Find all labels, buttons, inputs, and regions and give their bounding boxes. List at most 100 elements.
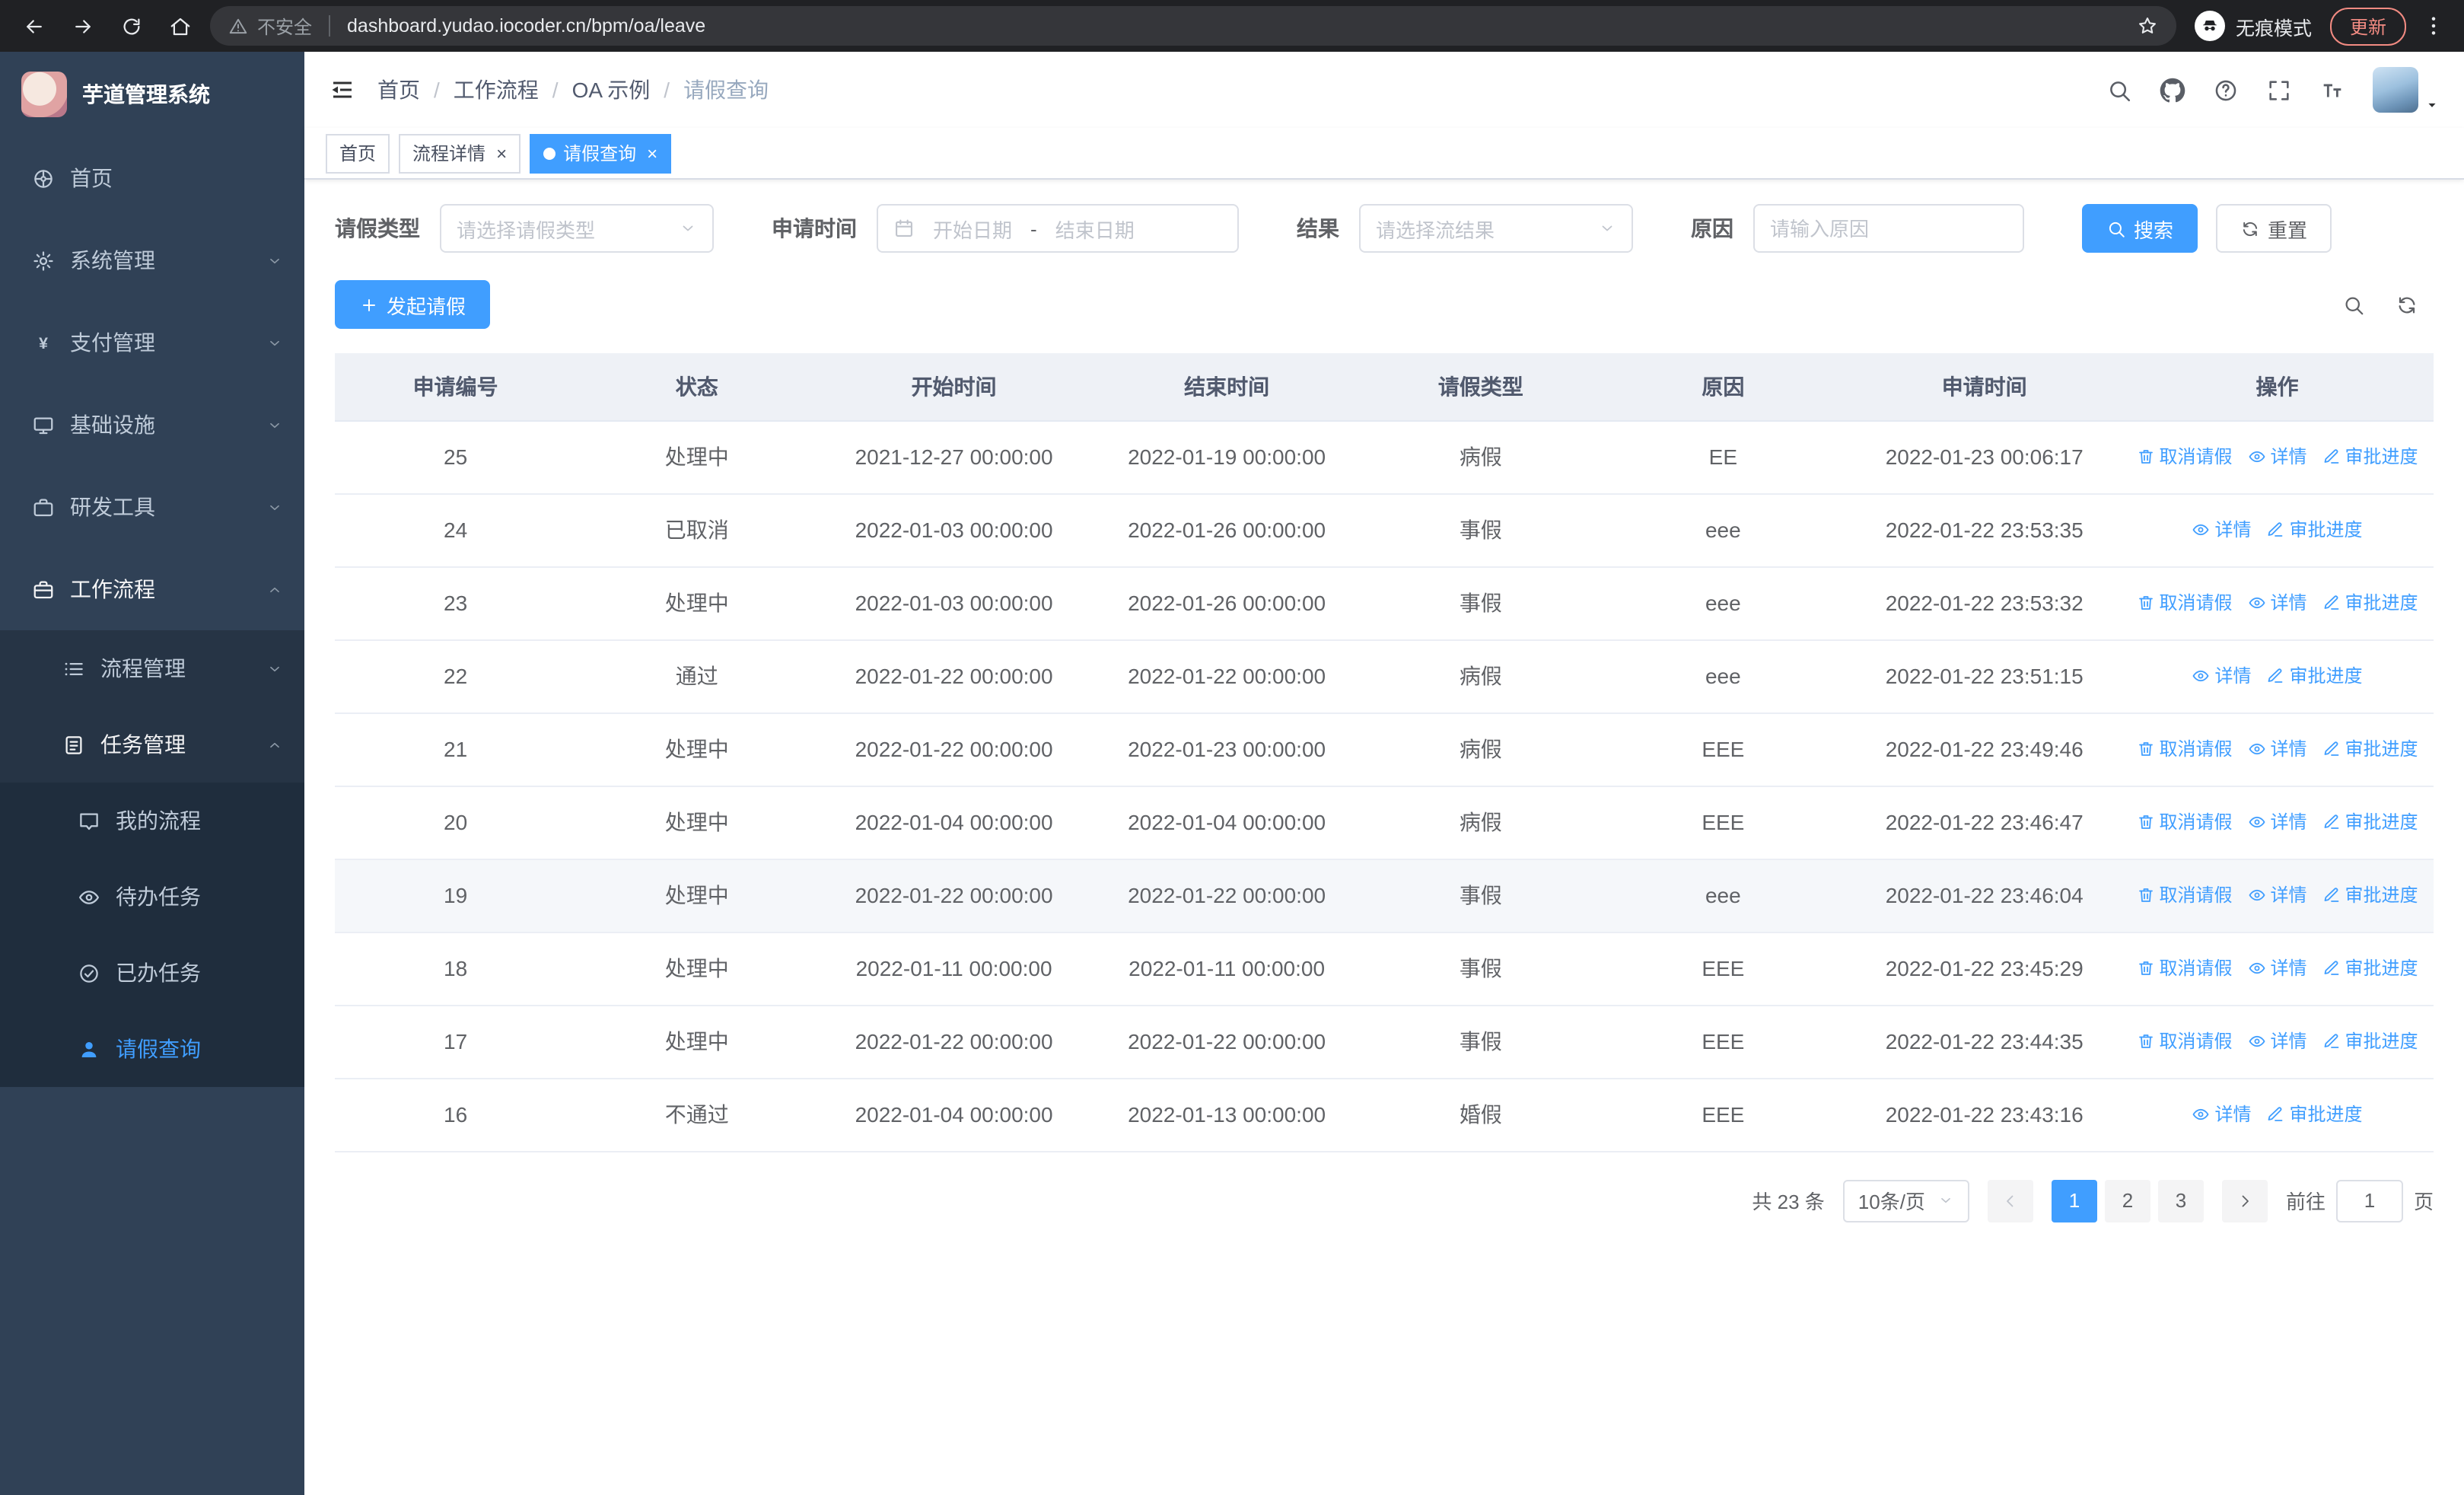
result-select[interactable]: 请选择流结果 [1359, 204, 1633, 253]
breadcrumb-item[interactable]: 首页 [377, 75, 420, 105]
action-view-link[interactable]: 详情 [2247, 809, 2307, 835]
sidebar-item-6[interactable]: 流程管理 [0, 630, 304, 706]
goto-page-input[interactable] [2335, 1179, 2403, 1222]
action-delete-link[interactable]: 取消请假 [2136, 809, 2232, 835]
search-icon[interactable] [2106, 77, 2132, 103]
help-icon[interactable] [2213, 77, 2239, 103]
back-icon[interactable] [15, 8, 52, 44]
reason-input-wrap [1753, 204, 2024, 253]
delete-icon [2136, 448, 2154, 466]
reason-input[interactable] [1770, 217, 2007, 240]
breadcrumb-item[interactable]: OA 示例 [572, 75, 651, 105]
cell-actions: 详情 审批进度 [2120, 639, 2434, 713]
github-icon[interactable] [2160, 77, 2185, 103]
reset-button[interactable]: 重置 [2216, 204, 2332, 253]
table-row-20: 20 处理中 2022-01-04 00:00:00 2022-01-04 00:00… [335, 786, 2434, 859]
cell-apply-time: 2022-01-22 23:46:47 [1848, 786, 2121, 859]
main-area: 首页 / 工作流程 / OA 示例 / 请假查询 首页 流程详情 × 请假查询 × 请假类型 请选择… [304, 52, 2464, 1495]
cell-id: 18 [335, 932, 577, 1006]
user-icon [76, 1037, 100, 1061]
action-edit-link[interactable]: 审批进度 [2266, 663, 2363, 689]
reload-icon[interactable] [113, 8, 149, 44]
create-leave-label: 发起请假 [387, 295, 466, 317]
header-tools [2106, 67, 2440, 113]
action-edit-link[interactable]: 审批进度 [2322, 736, 2418, 762]
sidebar-toggle-icon[interactable] [329, 76, 356, 104]
list-icon [61, 656, 85, 681]
bookmark-star-icon[interactable] [2137, 15, 2158, 37]
action-delete-link[interactable]: 取消请假 [2136, 444, 2232, 470]
action-edit-link[interactable]: 审批进度 [2322, 590, 2418, 616]
forward-icon[interactable] [64, 8, 100, 44]
sidebar-item-11[interactable]: 请假查询 [0, 1011, 304, 1087]
action-edit-link[interactable]: 审批进度 [2322, 1028, 2418, 1054]
security-warning-icon[interactable] [228, 16, 248, 36]
action-view-link[interactable]: 详情 [2192, 1101, 2251, 1127]
sidebar-item-8[interactable]: 我的流程 [0, 783, 304, 859]
next-page-button[interactable] [2221, 1179, 2268, 1222]
action-view-link[interactable]: 详情 [2247, 955, 2307, 981]
action-delete-link[interactable]: 取消请假 [2136, 736, 2232, 762]
action-view-link[interactable]: 详情 [2247, 1028, 2307, 1054]
action-view-link[interactable]: 详情 [2192, 663, 2251, 689]
column-header: 请假类型 [1363, 353, 1599, 421]
update-button[interactable]: 更新 [2329, 7, 2406, 45]
action-view-link[interactable]: 详情 [2247, 444, 2307, 470]
fullscreen-icon[interactable] [2266, 77, 2292, 103]
sidebar-item-0[interactable]: 首页 [0, 137, 304, 219]
filter-form: 请假类型 请选择请假类型 申请时间 开始日期 - 结束日期 结果 请选择流结果 … [335, 204, 2434, 253]
table-search-icon[interactable] [2342, 293, 2365, 316]
leave-type-select[interactable]: 请选择请假类型 [440, 204, 714, 253]
breadcrumb-item[interactable]: 工作流程 [454, 75, 539, 105]
cell-reason: eee [1598, 566, 1848, 640]
action-delete-link[interactable]: 取消请假 [2136, 590, 2232, 616]
tab-close-icon[interactable]: × [496, 144, 507, 162]
sidebar-item-9[interactable]: 待办任务 [0, 859, 304, 935]
sidebar-item-5[interactable]: 工作流程 [0, 548, 304, 630]
action-view-link[interactable]: 详情 [2192, 517, 2251, 543]
page-size-select[interactable]: 10条/页 [1842, 1179, 1969, 1222]
sidebar-item-10[interactable]: 已办任务 [0, 935, 304, 1011]
action-view-link[interactable]: 详情 [2247, 882, 2307, 908]
user-avatar[interactable] [2373, 67, 2440, 113]
prev-page-button[interactable] [1987, 1179, 2033, 1222]
action-edit-link[interactable]: 审批进度 [2322, 955, 2418, 981]
action-edit-link[interactable]: 审批进度 [2322, 809, 2418, 835]
action-delete-link[interactable]: 取消请假 [2136, 882, 2232, 908]
tab-2[interactable]: 请假查询 × [530, 133, 672, 173]
page-button-2[interactable]: 2 [2104, 1179, 2150, 1222]
page-button-3[interactable]: 3 [2157, 1179, 2204, 1222]
action-view-link[interactable]: 详情 [2247, 590, 2307, 616]
tab-0[interactable]: 首页 [326, 133, 390, 173]
action-edit-link[interactable]: 审批进度 [2266, 1101, 2363, 1127]
font-size-icon[interactable] [2319, 77, 2345, 103]
address-bar[interactable]: 不安全 dashboard.yudao.iocoder.cn/bpm/oa/le… [210, 6, 2176, 46]
tab-1[interactable]: 流程详情 × [399, 133, 521, 173]
security-label[interactable]: 不安全 [257, 13, 312, 39]
action-edit-link[interactable]: 审批进度 [2322, 882, 2418, 908]
home-icon[interactable] [161, 8, 198, 44]
search-button[interactable]: 搜索 [2082, 204, 2198, 253]
action-edit-link[interactable]: 审批进度 [2322, 444, 2418, 470]
action-delete-link[interactable]: 取消请假 [2136, 955, 2232, 981]
table-refresh-icon[interactable] [2396, 293, 2418, 316]
sidebar-item-7[interactable]: 任务管理 [0, 706, 304, 783]
kebab-menu-icon[interactable] [2418, 14, 2449, 38]
date-range-picker[interactable]: 开始日期 - 结束日期 [877, 204, 1239, 253]
action-edit-link[interactable]: 审批进度 [2266, 517, 2363, 543]
sidebar-item-3[interactable]: 基础设施 [0, 384, 304, 466]
page-button-1[interactable]: 1 [2051, 1179, 2097, 1222]
create-leave-button[interactable]: 发起请假 [335, 280, 491, 329]
edit-icon [2266, 521, 2284, 539]
action-view-link[interactable]: 详情 [2247, 736, 2307, 762]
sidebar-logo[interactable]: 芋道管理系统 [0, 52, 304, 137]
sidebar-item-4[interactable]: 研发工具 [0, 466, 304, 548]
cell-reason: EEE [1598, 1078, 1848, 1152]
pagination-pages: 123 [2051, 1179, 2204, 1222]
sidebar-item-label: 支付管理 [70, 330, 155, 355]
tab-close-icon[interactable]: × [647, 144, 657, 162]
action-delete-link[interactable]: 取消请假 [2136, 1028, 2232, 1054]
sidebar-item-2[interactable]: ¥ 支付管理 [0, 301, 304, 384]
sidebar-item-1[interactable]: 系统管理 [0, 219, 304, 301]
url-text[interactable]: dashboard.yudao.iocoder.cn/bpm/oa/leave [347, 15, 2128, 37]
